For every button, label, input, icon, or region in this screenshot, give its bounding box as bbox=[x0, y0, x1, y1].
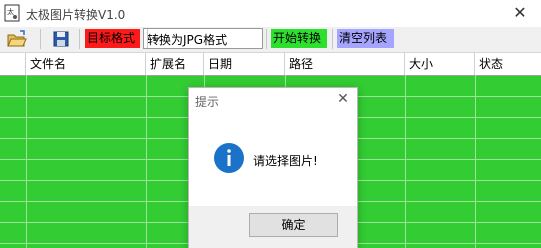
row-indicator-header bbox=[0, 53, 26, 75]
toolbar-separator bbox=[266, 29, 267, 49]
dialog-close-button[interactable]: ✕ bbox=[333, 89, 353, 109]
column-header[interactable]: 文件名 bbox=[26, 53, 146, 75]
dialog-title: 提示 bbox=[195, 95, 220, 109]
title-bar: 太 太极图片转换V1.0 ✕ bbox=[0, 0, 541, 27]
column-header[interactable]: 日期 bbox=[204, 53, 285, 75]
toolbar-separator bbox=[40, 29, 41, 49]
column-header[interactable]: 状态 bbox=[475, 53, 541, 75]
app-icon: 太 bbox=[4, 4, 20, 22]
svg-text:太: 太 bbox=[7, 7, 14, 16]
clear-list-button[interactable]: 清空列表 bbox=[337, 29, 394, 48]
save-disk-icon[interactable] bbox=[50, 29, 72, 49]
grid-header: 文件名 扩展名 日期 路径 大小 状态 bbox=[0, 53, 541, 76]
toolbar-separator bbox=[332, 29, 333, 49]
start-convert-button[interactable]: 开始转换 bbox=[271, 29, 327, 48]
column-header[interactable]: 扩展名 bbox=[146, 53, 204, 75]
info-icon bbox=[213, 142, 245, 174]
window-close-button[interactable]: ✕ bbox=[505, 1, 535, 25]
format-select[interactable]: 转换为JPG格式 bbox=[143, 28, 263, 49]
column-header[interactable]: 大小 bbox=[405, 53, 475, 75]
dialog-footer: 确定 bbox=[189, 206, 357, 248]
column-header[interactable]: 路径 bbox=[285, 53, 405, 75]
ok-button[interactable]: 确定 bbox=[249, 213, 338, 237]
target-format-label: 目标格式 bbox=[85, 29, 140, 48]
folder-open-icon[interactable] bbox=[6, 29, 28, 49]
dialog-message: 请选择图片! bbox=[253, 154, 318, 168]
window-title: 太极图片转换V1.0 bbox=[26, 8, 126, 22]
message-dialog: 提示 ✕ 请选择图片! 确定 bbox=[188, 87, 358, 248]
toolbar-separator bbox=[79, 29, 80, 49]
toolbar: 目标格式 转换为JPG格式 开始转换 清空列表 bbox=[0, 27, 541, 53]
chevron-down-icon[interactable] bbox=[147, 29, 165, 48]
